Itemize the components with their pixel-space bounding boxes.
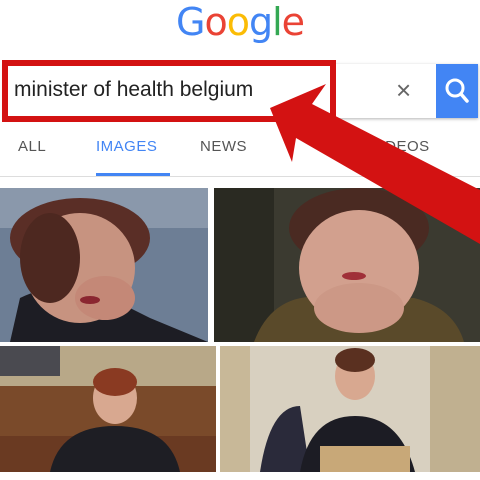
tab-images[interactable]: IMAGES	[96, 138, 157, 155]
result-photo	[0, 188, 208, 342]
result-photo	[0, 346, 216, 472]
image-result[interactable]	[214, 188, 480, 342]
tab-news[interactable]: NEWS	[200, 138, 247, 155]
search-icon	[445, 78, 469, 103]
tab-all[interactable]: ALL	[18, 138, 46, 155]
search-tabs: ALL IMAGES NEWS VIDEOS	[0, 126, 480, 177]
close-icon[interactable]: ×	[396, 76, 411, 104]
logo-letter: o	[204, 0, 227, 44]
logo-letter: l	[272, 0, 283, 44]
image-result[interactable]	[0, 188, 208, 342]
search-input[interactable]: minister of health belgium	[14, 78, 253, 102]
google-logo[interactable]: Google	[0, 0, 480, 46]
logo-letter: g	[248, 0, 273, 44]
image-result[interactable]	[220, 346, 480, 472]
logo-letter: e	[281, 0, 305, 44]
result-photo	[220, 346, 480, 472]
result-photo	[214, 188, 480, 342]
image-result[interactable]	[0, 346, 216, 472]
tab-videos[interactable]: VIDEOS	[370, 138, 430, 155]
logo-letter: G	[175, 0, 205, 44]
search-button[interactable]	[436, 64, 478, 118]
logo-letter: o	[226, 0, 250, 44]
active-tab-indicator	[96, 173, 170, 176]
